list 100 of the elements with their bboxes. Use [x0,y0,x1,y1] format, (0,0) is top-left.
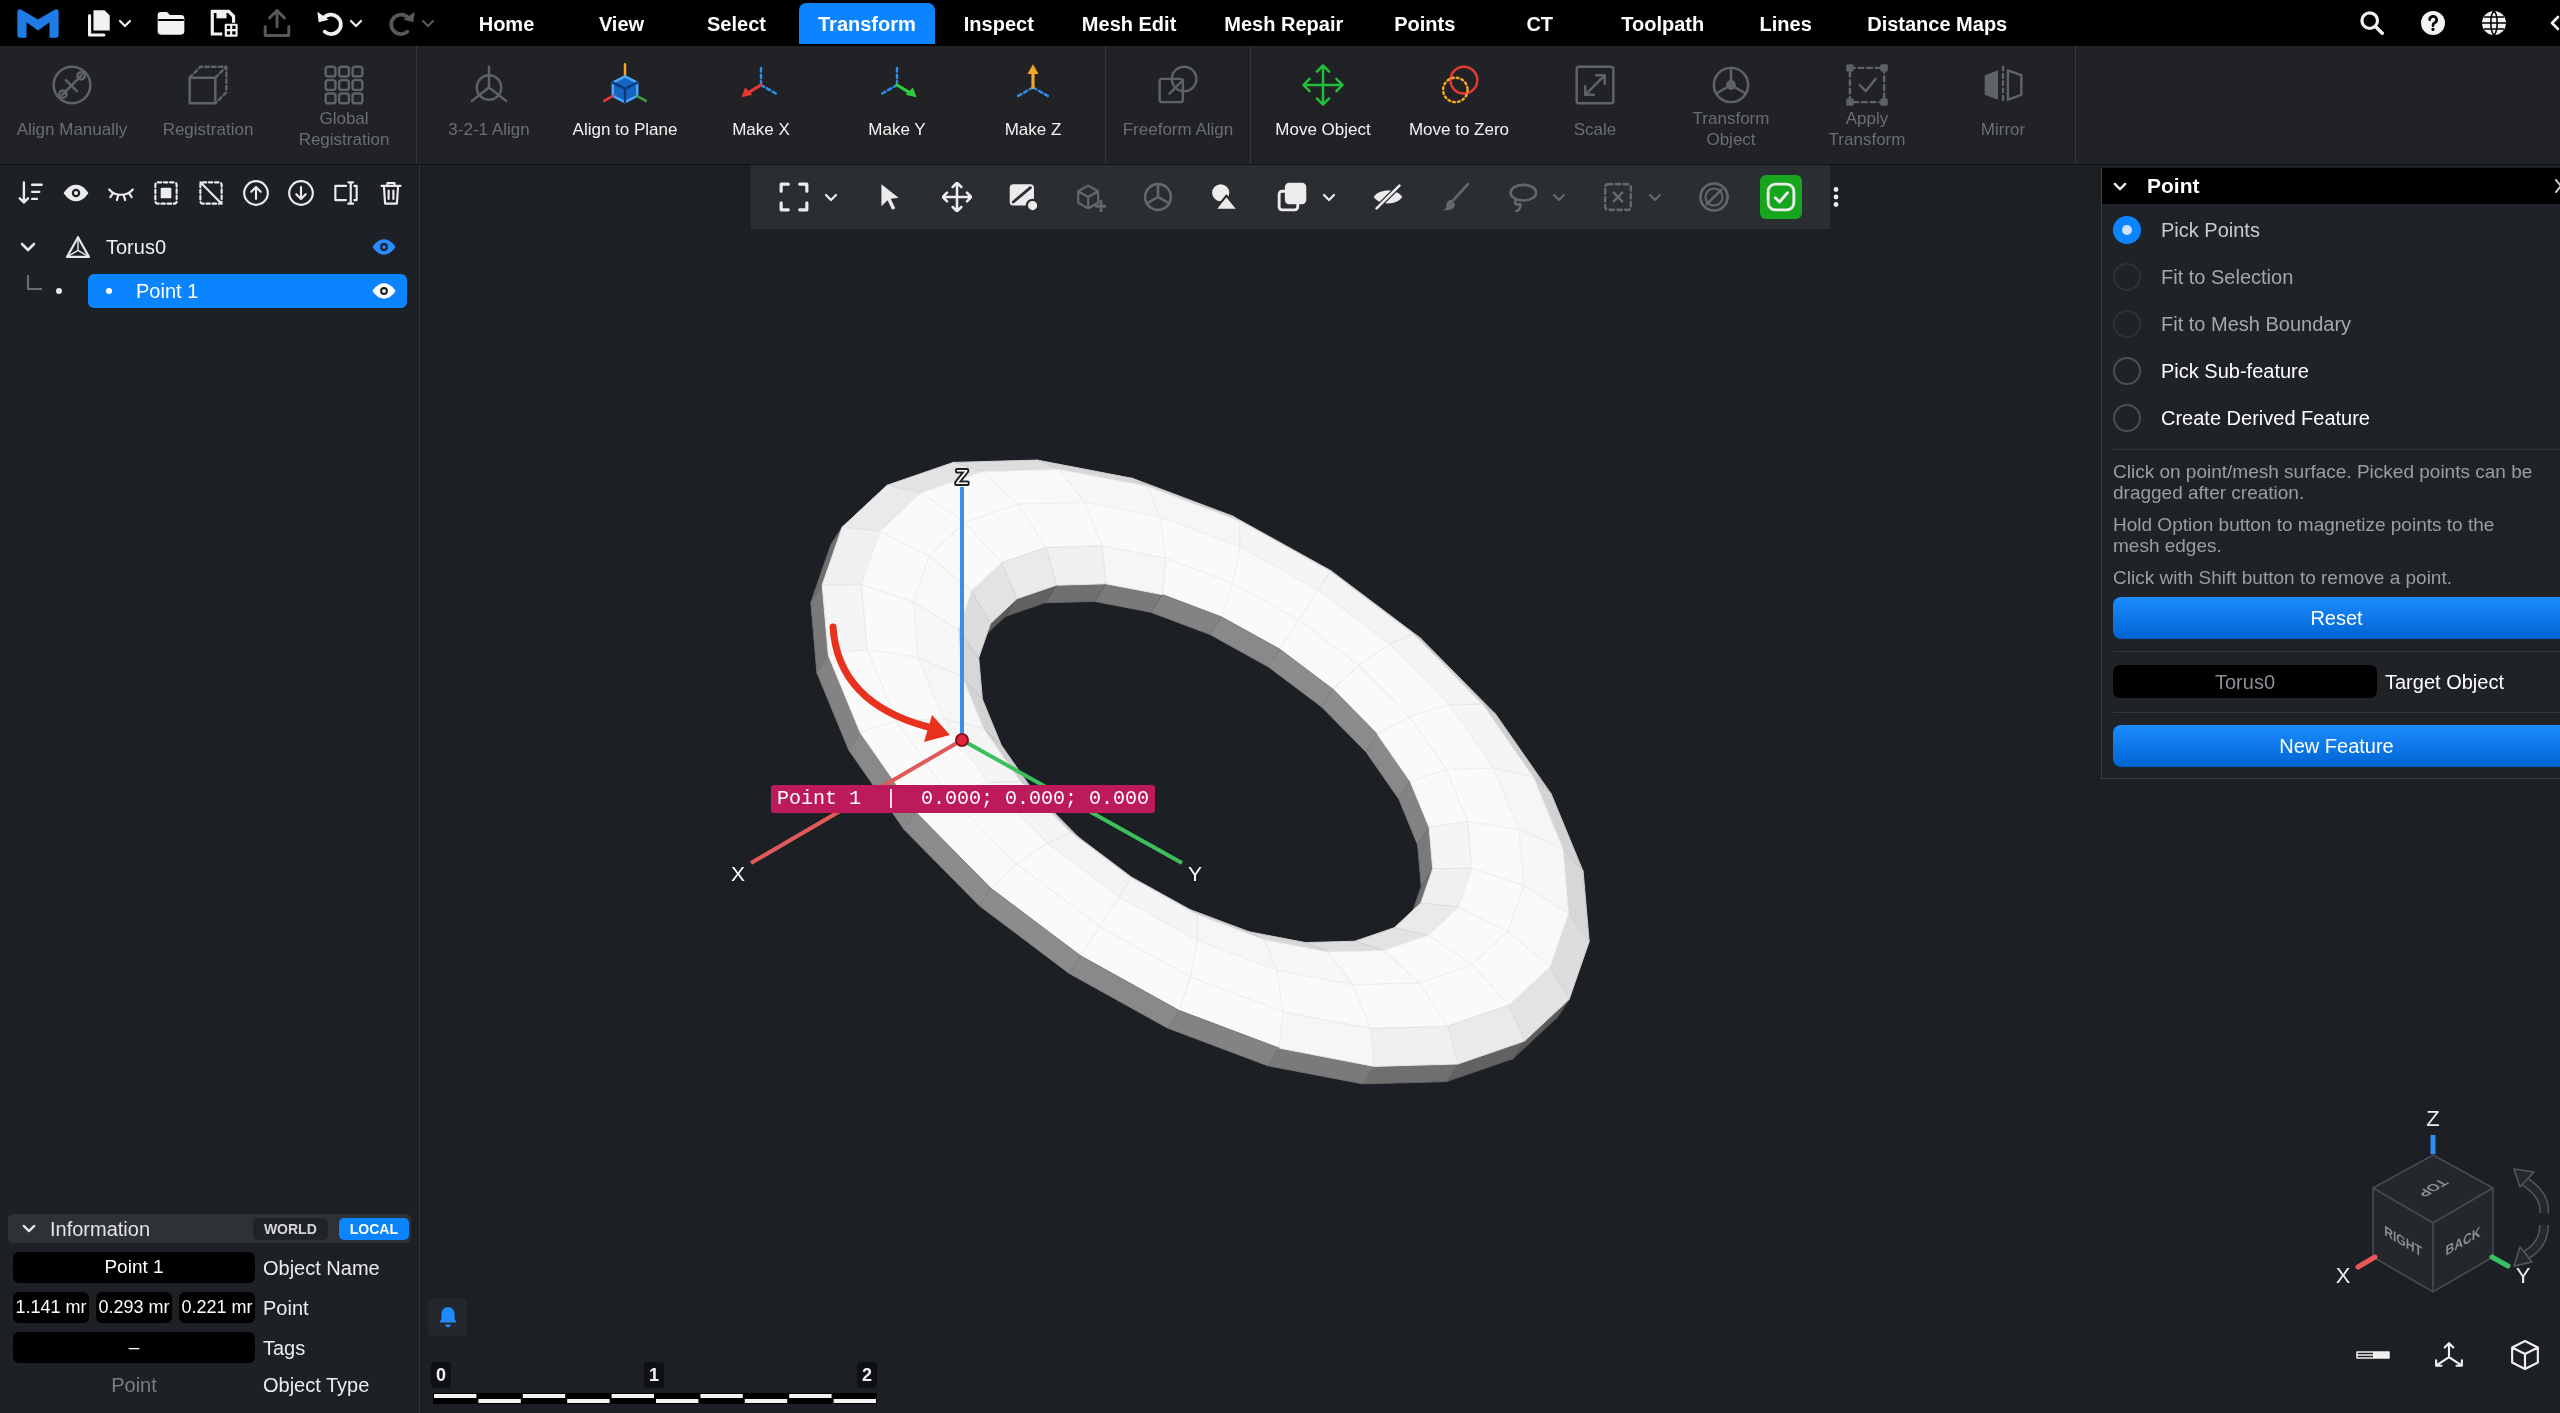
option-label: Fit to Mesh Boundary [2161,311,2352,337]
select-all-icon[interactable] [153,180,179,206]
field-label: Tags [263,1335,306,1361]
menu-tab[interactable]: Transform [799,3,935,44]
chevron-left-icon[interactable] [2550,15,2560,31]
input-field[interactable]: Point 1 [13,1252,255,1283]
triangle-icon [66,236,90,258]
ribbon-button[interactable]: Align to Plane [557,46,693,164]
hint-text: Click on point/mesh surface. Picked points can be dragged after creation. [2113,461,2534,503]
menu-tab[interactable]: View [569,3,674,44]
caret-icon [1648,192,1662,202]
arrow-up-circle-icon[interactable] [243,180,269,206]
field-label: Target Object [2385,669,2504,695]
hint-text: Click with Shift button to remove a point. [2113,567,2453,588]
text-cursor-icon[interactable] [333,180,359,206]
tree-line [26,275,42,291]
axis-label: X [2335,1262,2351,1288]
tree-item[interactable]: Torus0 [66,230,407,264]
section-header[interactable]: Information WORLD LOCAL [8,1214,411,1243]
menu-tab[interactable]: Points [1372,3,1478,44]
folder-icon[interactable] [157,9,185,37]
dashed-square-slash-icon[interactable] [198,180,224,206]
field-label: Object Type [263,1373,370,1398]
panel-header[interactable]: Point [2102,168,2560,204]
ribbon-button[interactable]: Move to Zero [1391,46,1527,164]
field-label: Object Name [263,1255,380,1281]
undo-icon[interactable] [316,9,344,37]
cube-face-label[interactable]: TOP [2413,1176,2453,1200]
frame-toggle[interactable]: LOCAL [338,1217,409,1240]
scale-label: 2 [857,1362,877,1388]
point-icon [106,288,112,294]
radio-button[interactable] [2113,356,2141,385]
menu-tab[interactable]: Lines [1733,3,1839,44]
move-arrows-icon [1301,63,1345,107]
chevron-down-icon[interactable] [20,242,36,252]
logo-icon[interactable] [16,7,60,39]
radio-button[interactable] [2113,403,2141,432]
hint-text: Hold Option button to magnetize points to the mesh edges. [2113,514,2496,556]
ribbon-button[interactable]: Make Y [829,46,965,164]
axis-label: Y [2515,1262,2531,1288]
point-label: Point 1 | 0.000; 0.000; 0.000 [771,785,1156,813]
menu-tab[interactable]: Distance Maps [1848,3,2027,44]
menu-tab[interactable]: CT [1487,3,1593,44]
option-label: Create Derived Feature [2161,405,2370,431]
field-value: Point [111,1373,157,1398]
arrow-down-circle-icon[interactable] [288,180,314,206]
option-label: Pick Points [2161,217,2260,243]
cube-outline-icon [186,63,230,107]
axis-label: Z [2426,1105,2440,1131]
resize-arrows-icon [1573,63,1617,107]
caret-icon [1552,192,1566,202]
menu-tab[interactable]: Select [684,3,789,44]
reset-button[interactable]: Reset [2113,597,2560,639]
bell-icon [437,1305,458,1329]
documents-icon[interactable] [85,9,113,37]
input-field[interactable]: 0.221 mr [179,1292,255,1323]
ribbon-button[interactable]: Move Object [1255,46,1391,164]
axis-label: Y [1188,861,1202,885]
new-feature-button[interactable]: New Feature [2113,725,2560,767]
chevron-down-icon[interactable] [2113,181,2127,191]
axis-label: X [731,861,745,885]
ruler-icon[interactable] [2356,1350,2390,1360]
menu-tab[interactable]: Mesh Repair [1205,3,1363,44]
input-field[interactable]: – [13,1332,255,1363]
circle-link-icon [50,63,94,107]
tree-item[interactable]: Point 1 [88,274,407,308]
sort-icon[interactable] [18,180,44,206]
scale-label: 1 [644,1362,664,1388]
input-field[interactable]: 0.293 mr [96,1292,172,1323]
menu-tab[interactable]: Home [454,3,559,44]
section-title: Information [50,1216,151,1242]
option-label: Fit to Selection [2161,264,2294,290]
radio-button[interactable] [2113,215,2141,244]
ribbon-button[interactable]: Make Z [965,46,1101,164]
bullet-icon [56,288,62,294]
frame-toggle[interactable]: WORLD [252,1217,328,1240]
caret-icon [1322,192,1336,202]
ribbon-button[interactable]: Make X [693,46,829,164]
scale-label: 0 [431,1362,451,1388]
menu-tab[interactable]: Toolpath [1602,3,1724,44]
input-field[interactable]: 1.141 mr [13,1292,89,1323]
chevron-down-icon[interactable] [22,1224,36,1233]
wireframe-cube-icon[interactable] [2511,1340,2539,1370]
field-label: Point [263,1295,309,1321]
view-cube[interactable] [2355,1135,2511,1293]
cube-face-label[interactable]: BACK [2445,1222,2481,1260]
search-icon[interactable] [2360,11,2384,35]
globe-icon[interactable] [2482,11,2506,35]
notification-button[interactable] [428,1298,467,1336]
option-label: Pick Sub-feature [2161,358,2309,384]
menu-tab[interactable]: Mesh Edit [1062,3,1196,44]
trash-icon[interactable] [378,180,404,206]
eye-icon[interactable] [372,282,396,300]
input-field[interactable]: Torus0 [2113,665,2377,698]
close-icon[interactable] [2555,179,2560,193]
point-marker-icon[interactable] [955,733,969,747]
axes-icon[interactable] [2434,1341,2464,1369]
help-icon[interactable] [2421,11,2445,35]
menu-tab[interactable]: Inspect [944,3,1053,44]
axis-label: Z [955,464,969,488]
